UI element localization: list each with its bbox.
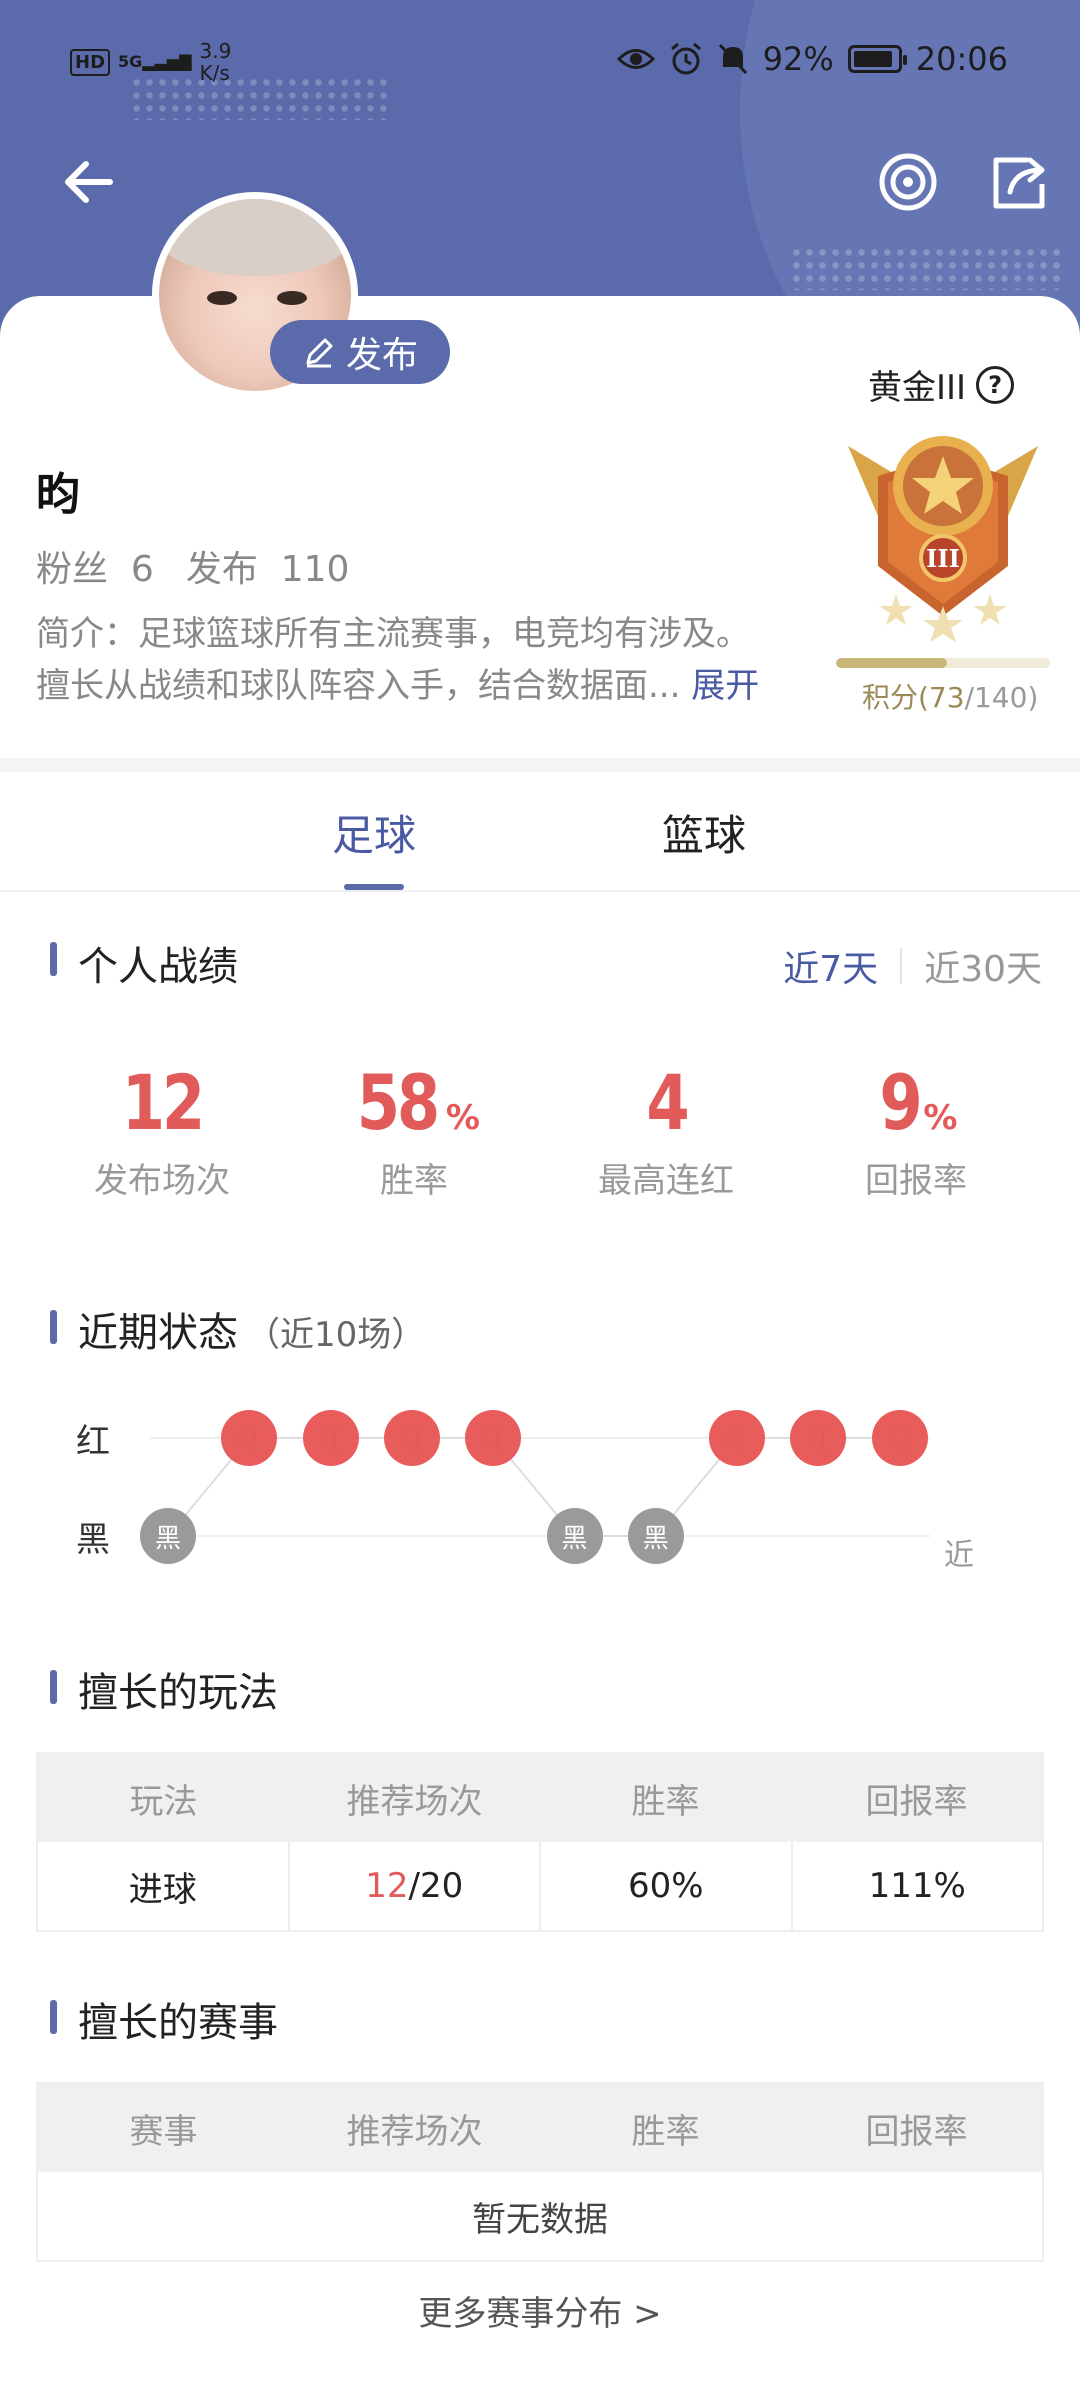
battery-percent: 92% <box>762 40 834 78</box>
metric-return: 9% 回报率 <box>865 1058 967 1201</box>
pencil-icon <box>306 338 333 368</box>
col-header: 赛事 <box>129 2111 198 2152</box>
section-marker <box>50 1310 57 1344</box>
profile-stats: 粉丝 6 发布 110 <box>36 540 349 592</box>
battery-level <box>853 51 893 67</box>
result-red-dot: 红 <box>465 1410 522 1466</box>
table-header: 赛事 推荐场次 胜率 回报率 <box>38 2084 1042 2172</box>
bio: 简介：足球篮球所有主流赛事，电竞均有涉及。 擅长从战绩和球队阵容入手，结合数据面… <box>36 608 806 712</box>
avatar-eye <box>207 291 237 305</box>
more-events-link[interactable]: 更多赛事分布 > <box>0 2286 1080 2335</box>
avatar-eye <box>277 291 307 305</box>
rank-progress-bar <box>836 658 1050 668</box>
rank-progress-fill <box>836 658 948 668</box>
record-title: 个人战绩 <box>78 944 238 990</box>
table-row[interactable]: 进球 12/20 60% 111% <box>38 1842 1042 1930</box>
cell-return: 111% <box>868 1866 966 1906</box>
cell-hits: 12/20 <box>290 1842 541 1930</box>
hd-icon: HD <box>70 48 111 76</box>
cell-play: 进球 <box>38 1842 290 1930</box>
col-header: 推荐场次 <box>346 1781 483 1822</box>
col-header: 回报率 <box>865 1781 968 1822</box>
alarm-icon <box>670 42 701 75</box>
sport-tabs: 足球 篮球 <box>0 772 1080 892</box>
bio-line: 简介：足球篮球所有主流赛事，电竞均有涉及。 <box>36 614 750 654</box>
tab-football[interactable]: 足球 <box>332 802 416 863</box>
col-header: 胜率 <box>631 2111 700 2152</box>
battery-icon <box>847 45 907 73</box>
table-header: 玩法 推荐场次 胜率 回报率 <box>38 1754 1042 1842</box>
result-red-dot: 红 <box>871 1410 928 1466</box>
period-30-days[interactable]: 近30天 <box>924 940 1042 992</box>
col-header: 玩法 <box>129 1781 198 1822</box>
period-7-days[interactable]: 近7天 <box>783 940 878 992</box>
status-bar: HD 5G▂▃▅▇ 3.9 K/s 92% 20:06 <box>0 40 1080 90</box>
events-title: 擅长的赛事 <box>78 2000 278 2046</box>
result-red-dot: 红 <box>383 1410 440 1466</box>
metric-win-rate: 58% 胜率 <box>356 1058 480 1201</box>
result-red-dot: 红 <box>790 1410 847 1466</box>
recent-form-chart: 红 黑 近 黑红红红红黑黑红红红 <box>0 1390 1080 1590</box>
empty-state: 暂无数据 <box>472 2199 608 2240</box>
period-separator <box>900 948 903 984</box>
play-style-title: 擅长的玩法 <box>78 1670 278 1716</box>
col-header: 回报率 <box>865 2111 968 2152</box>
recent-title: 近期状态 （近10场） <box>78 1310 426 1356</box>
publish-button[interactable]: 发布 <box>270 320 450 384</box>
share-icon[interactable] <box>988 150 1052 214</box>
section-marker <box>50 1670 57 1704</box>
expand-link[interactable]: 展开 <box>691 666 759 706</box>
signal-icon: 5G▂▃▅▇ <box>118 52 192 71</box>
publish-label: 发布 <box>345 335 418 376</box>
cell-win-rate: 60% <box>541 1842 793 1930</box>
metric-posts: 12 发布场次 <box>94 1058 230 1201</box>
result-red-dot: 红 <box>302 1410 359 1466</box>
svg-text:III: III <box>926 544 960 573</box>
result-black-dot: 黑 <box>140 1508 196 1564</box>
gold-medal-icon[interactable]: III <box>838 416 1048 646</box>
period-switch: 近7天 近30天 <box>783 940 1042 992</box>
section-divider <box>0 758 1080 772</box>
tab-basketball[interactable]: 篮球 <box>662 802 746 863</box>
points-text: 积分(73/140) <box>862 681 1039 714</box>
posts-stat[interactable]: 发布 110 <box>186 540 350 592</box>
back-arrow-icon[interactable] <box>58 150 122 214</box>
network-speed: 3.9 K/s <box>199 39 232 85</box>
rank-label: 黄金III <box>868 368 967 408</box>
result-red-dot: 红 <box>221 1410 278 1466</box>
rank-name: 黄金III ? <box>868 360 1015 409</box>
events-table: 赛事 推荐场次 胜率 回报率 暂无数据 <box>36 2082 1044 2262</box>
play-style-table: 玩法 推荐场次 胜率 回报率 进球 12/20 60% 111% <box>36 1752 1044 1932</box>
tab-indicator <box>344 884 404 890</box>
avatar-hair <box>159 199 351 276</box>
result-black-dot: 黑 <box>627 1508 684 1564</box>
form-line <box>167 1437 900 1537</box>
col-header: 胜率 <box>631 1781 700 1822</box>
section-marker <box>50 2000 57 2034</box>
result-black-dot: 黑 <box>546 1508 603 1564</box>
axis-end-label: 近 <box>944 1538 974 1573</box>
metric-streak: 4 最高连红 <box>598 1058 734 1201</box>
result-red-dot: 红 <box>709 1410 766 1466</box>
col-header: 推荐场次 <box>346 2111 483 2152</box>
eye-icon <box>616 49 655 69</box>
dot-pattern <box>790 246 1060 290</box>
clock: 20:06 <box>915 40 1008 78</box>
question-icon[interactable]: ? <box>976 365 1015 404</box>
section-marker <box>50 942 57 976</box>
mute-bell-icon <box>718 43 747 75</box>
username: 昀 <box>36 469 80 520</box>
fans-stat[interactable]: 粉丝 6 <box>36 540 154 592</box>
bio-line: 擅长从战绩和球队阵容入手，结合数据面... 展开 <box>36 666 760 706</box>
target-icon[interactable] <box>876 150 940 214</box>
